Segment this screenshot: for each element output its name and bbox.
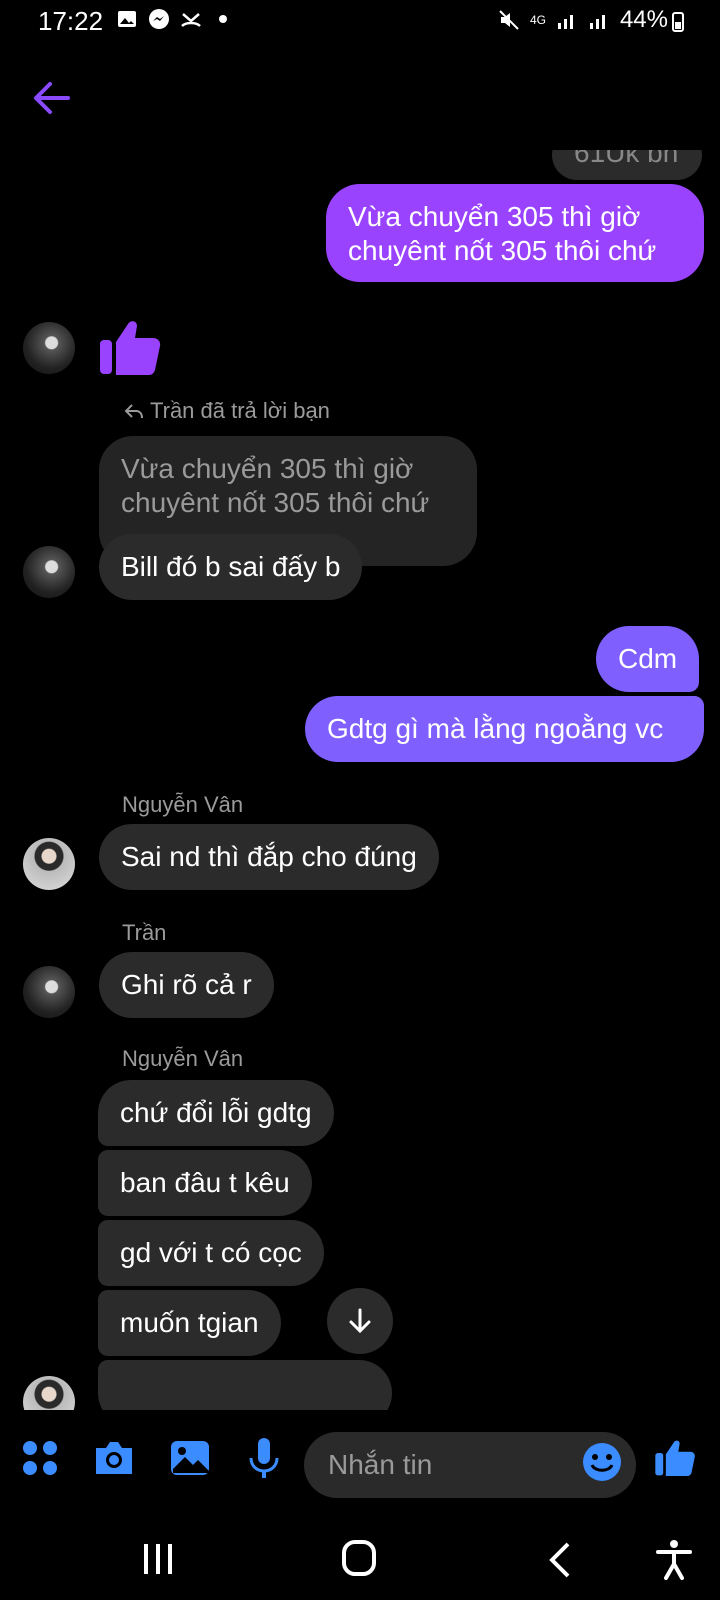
back-button[interactable]	[30, 78, 74, 118]
avatar[interactable]	[23, 1376, 75, 1410]
thumbs-up-icon	[655, 1440, 695, 1477]
home-icon	[342, 1540, 376, 1576]
message-bubble[interactable]: Sai nd thì đắp cho đúng	[99, 824, 439, 890]
message-bubble[interactable]: Vừa chuyển 305 thì giờ chuyênt nốt 305 t…	[326, 184, 704, 282]
gallery-icon	[116, 8, 138, 30]
avatar[interactable]	[23, 966, 75, 1018]
gallery-button[interactable]	[168, 1436, 212, 1480]
message-list[interactable]: 61Uk bn Vừa chuyển 305 thì giờ chuyênt n…	[0, 150, 720, 1410]
arrow-left-icon	[34, 82, 70, 114]
menu-button[interactable]	[18, 1436, 62, 1480]
message-bubble[interactable]: 61Uk bn	[552, 150, 702, 180]
emoji-button[interactable]	[582, 1442, 626, 1486]
reply-icon	[124, 404, 143, 419]
message-bubble[interactable]: gd với t có cọc	[98, 1220, 324, 1286]
signal-icon-2	[588, 9, 610, 31]
home-button[interactable]	[338, 1538, 382, 1582]
smiley-icon	[583, 1443, 621, 1481]
arrow-down-icon	[349, 1308, 371, 1334]
message-bubble[interactable]: ban đâu t kêu	[98, 1150, 312, 1216]
message-bubble[interactable]: Cdm	[596, 626, 700, 692]
sender-name: Nguyễn Vân	[122, 1046, 244, 1071]
avatar[interactable]	[23, 546, 75, 598]
battery-icon	[672, 12, 684, 32]
camera-button[interactable]	[92, 1436, 136, 1480]
like-button[interactable]	[654, 1432, 698, 1477]
sender-name: Nguyễn Vân	[122, 792, 244, 817]
dot-icon	[212, 8, 234, 30]
avatar[interactable]	[23, 322, 75, 374]
message-bubble[interactable]: muốn tgian	[98, 1290, 281, 1356]
mute-icon	[498, 9, 520, 31]
voice-button[interactable]	[242, 1436, 286, 1480]
message-bubble[interactable]: Gdtg gì mà lằng ngoằng vc	[305, 696, 704, 762]
accessibility-icon	[656, 1540, 692, 1580]
scroll-down-button[interactable]	[327, 1288, 393, 1354]
composer-bar	[0, 1410, 720, 1520]
recents-button[interactable]	[136, 1538, 180, 1582]
camera-icon	[96, 1442, 132, 1474]
message-bubble[interactable]	[98, 1360, 392, 1410]
message-bubble[interactable]: chứ đổi lỗi gdtg	[98, 1080, 334, 1146]
system-nav-bar	[0, 1520, 720, 1600]
message-bubble[interactable]: Ghi rõ cả r	[99, 952, 274, 1018]
battery-percent: 44%	[619, 6, 668, 33]
messenger-icon	[148, 8, 170, 30]
message-bubble[interactable]: Bill đó b sai đấy b	[99, 534, 363, 600]
microphone-icon	[249, 1438, 279, 1478]
reply-label: Trần đã trả lời bạn	[124, 398, 330, 424]
signal-icon	[556, 9, 578, 31]
network-type: 4G	[529, 13, 546, 27]
avatar[interactable]	[23, 838, 75, 890]
chevron-left-icon	[549, 1542, 570, 1578]
accessibility-button[interactable]	[652, 1538, 696, 1582]
thumbs-up-reaction-icon[interactable]	[98, 308, 168, 383]
recents-icon	[144, 1544, 172, 1574]
missed-call-icon	[180, 8, 202, 30]
image-icon	[171, 1441, 209, 1475]
status-notification-icons	[116, 8, 234, 30]
back-nav-button[interactable]	[540, 1538, 584, 1582]
sender-name: Trần	[122, 920, 167, 945]
status-time: 17:22	[38, 6, 104, 36]
grid-dots-icon	[23, 1441, 57, 1475]
status-right: 4G 44%	[498, 6, 668, 34]
